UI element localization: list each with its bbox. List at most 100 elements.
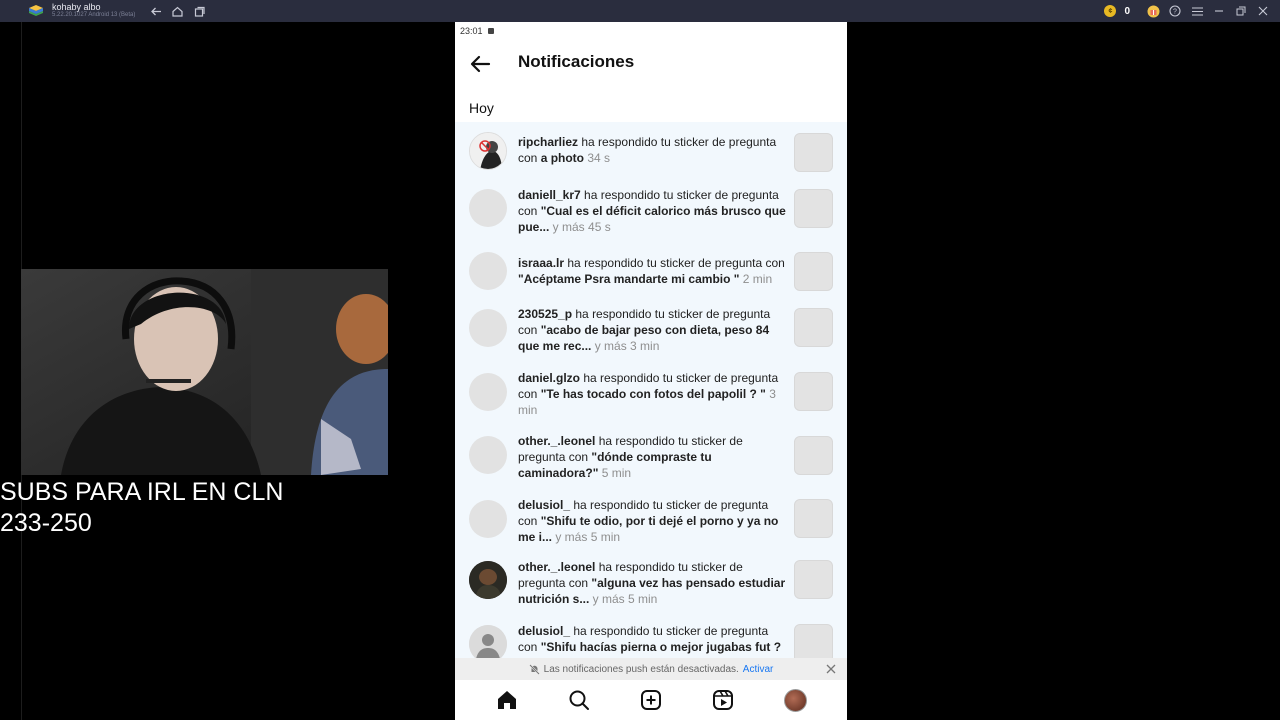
story-thumbnail[interactable] [794,624,833,658]
user-avatar[interactable] [469,309,507,347]
emulator-app-name: kohaby albo [52,2,101,12]
emulator-back-icon[interactable] [149,4,163,18]
story-thumbnail[interactable] [794,252,833,291]
user-avatar[interactable] [469,252,507,290]
user-avatar[interactable] [469,132,507,170]
close-icon[interactable] [825,663,837,675]
notification-text: 230525_p ha respondido tu sticker de pre… [518,306,788,354]
story-thumbnail[interactable] [794,308,833,347]
notification-username[interactable]: ripcharliez [518,135,578,149]
notification-username[interactable]: daniell_kr7 [518,188,581,202]
notification-text: other._.leonel ha respondido tu sticker … [518,433,788,481]
status-bar: 23:01 [455,22,847,40]
user-avatar[interactable] [469,373,507,411]
notification-item[interactable]: israaa.lr ha respondido tu sticker de pr… [455,246,847,302]
help-icon[interactable]: ? [1168,4,1182,18]
user-avatar[interactable] [469,625,507,658]
webcam-image [21,269,388,475]
notification-item[interactable]: delusiol_ ha respondido tu sticker de pr… [455,620,847,658]
minimize-icon[interactable] [1212,4,1226,18]
notification-text: delusiol_ ha respondido tu sticker de pr… [518,497,788,545]
notification-text: delusiol_ ha respondido tu sticker de pr… [518,623,788,658]
activate-push-link[interactable]: Activar [743,664,774,675]
notification-text: daniell_kr7 ha respondido tu sticker de … [518,187,788,235]
emulator-right-controls: ¢ 0 ? [1104,3,1270,19]
story-thumbnail[interactable] [794,372,833,411]
emulator-left-strip [0,22,22,720]
notification-quote: "Shifu hacías pierna o mejor jugabas fut… [518,640,782,658]
home-icon[interactable] [493,686,521,714]
story-thumbnail[interactable] [794,560,833,599]
notification-status-icon [487,28,494,34]
notification-item[interactable]: other._.leonel ha respondido tu sticker … [455,556,847,620]
notification-quote: "Te has tocado con fotos del papolil ? " [540,387,766,401]
notification-time: y más 45 s [549,220,611,234]
gift-icon[interactable] [1146,4,1160,18]
notification-quote: a photo [540,151,585,165]
notification-item[interactable]: ripcharliez ha respondido tu sticker de … [455,122,847,182]
profile-avatar-image[interactable] [783,688,807,712]
notification-username[interactable]: other._.leonel [518,434,595,448]
back-arrow-icon[interactable] [469,54,491,74]
notification-username[interactable]: israaa.lr [518,256,564,270]
notification-username[interactable]: daniel.glzo [518,371,580,385]
notification-item[interactable]: other._.leonel ha respondido tu sticker … [455,430,847,494]
coin-count: 0 [1124,5,1130,17]
overlay-line-2: 233-250 [0,509,92,537]
emulator-home-icon[interactable] [170,4,184,18]
notification-item[interactable]: 230525_p ha respondido tu sticker de pre… [455,302,847,366]
bell-off-icon [528,663,540,675]
stream-overlay-text: SUBS PARA IRL EN CLN 233-250 [0,477,420,539]
notification-username[interactable]: delusiol_ [518,624,570,638]
notification-action: ha respondido tu sticker de pregunta con [564,256,785,270]
notification-text: daniel.glzo ha respondido tu sticker de … [518,370,788,418]
profile-avatar[interactable] [781,686,809,714]
coin-icon[interactable]: ¢ [1104,5,1117,17]
emulator-recents-icon[interactable] [192,4,206,18]
notification-time: 2 min [739,272,773,286]
emulator-version: 5.22.20.1027 Android 13 (Beta) [52,12,136,18]
webcam-feed [21,269,388,475]
notification-quote: "Acéptame Psra mandarte mi cambio " [518,272,740,286]
user-avatar[interactable] [469,500,507,538]
notification-text: other._.leonel ha respondido tu sticker … [518,559,788,607]
notification-time: 5 min [598,466,632,480]
restore-icon[interactable] [1234,4,1248,18]
notification-text: ripcharliez ha respondido tu sticker de … [518,134,788,166]
bottom-navigation [455,680,847,720]
close-icon[interactable] [1256,4,1270,18]
section-today-label: Hoy [469,100,494,116]
notification-time: 34 s [584,151,611,165]
notification-username[interactable]: delusiol_ [518,498,570,512]
story-thumbnail[interactable] [794,436,833,475]
push-disabled-banner: Las notificaciones push están desactivad… [455,658,847,680]
notification-username[interactable]: 230525_p [518,307,572,321]
notification-text: israaa.lr ha respondido tu sticker de pr… [518,255,788,287]
search-icon[interactable] [565,686,593,714]
notification-item[interactable]: daniel.glzo ha respondido tu sticker de … [455,366,847,430]
story-thumbnail[interactable] [794,499,833,538]
notifications-header: Notificaciones [455,44,847,84]
notification-time: y más 5 min [552,530,621,544]
notifications-list: ripcharliez ha respondido tu sticker de … [455,122,847,658]
notification-time: y más 5 min [589,592,658,606]
notification-time: y más 3 min [591,339,660,353]
menu-icon[interactable] [1190,4,1204,18]
push-banner-text: Las notificaciones push están desactivad… [543,663,739,675]
status-time: 23:01 [460,26,483,36]
story-thumbnail[interactable] [794,189,833,228]
page-title: Notificaciones [518,52,635,71]
story-thumbnail[interactable] [794,133,833,172]
user-avatar[interactable] [469,189,507,227]
user-avatar[interactable] [469,436,507,474]
phone-screen: 23:01 Notificaciones Hoy ripcharliez ha … [455,22,847,720]
notification-item[interactable]: daniell_kr7 ha respondido tu sticker de … [455,182,847,246]
user-avatar[interactable] [469,561,507,599]
notification-item[interactable]: delusiol_ ha respondido tu sticker de pr… [455,494,847,556]
overlay-line-1: SUBS PARA IRL EN CLN [0,478,284,506]
emulator-logo-icon [29,5,43,16]
notification-username[interactable]: other._.leonel [518,560,595,574]
reels-icon[interactable] [709,686,737,714]
create-icon[interactable] [637,686,665,714]
emulator-titlebar: kohaby albo 5.22.20.1027 Android 13 (Bet… [0,0,1280,22]
